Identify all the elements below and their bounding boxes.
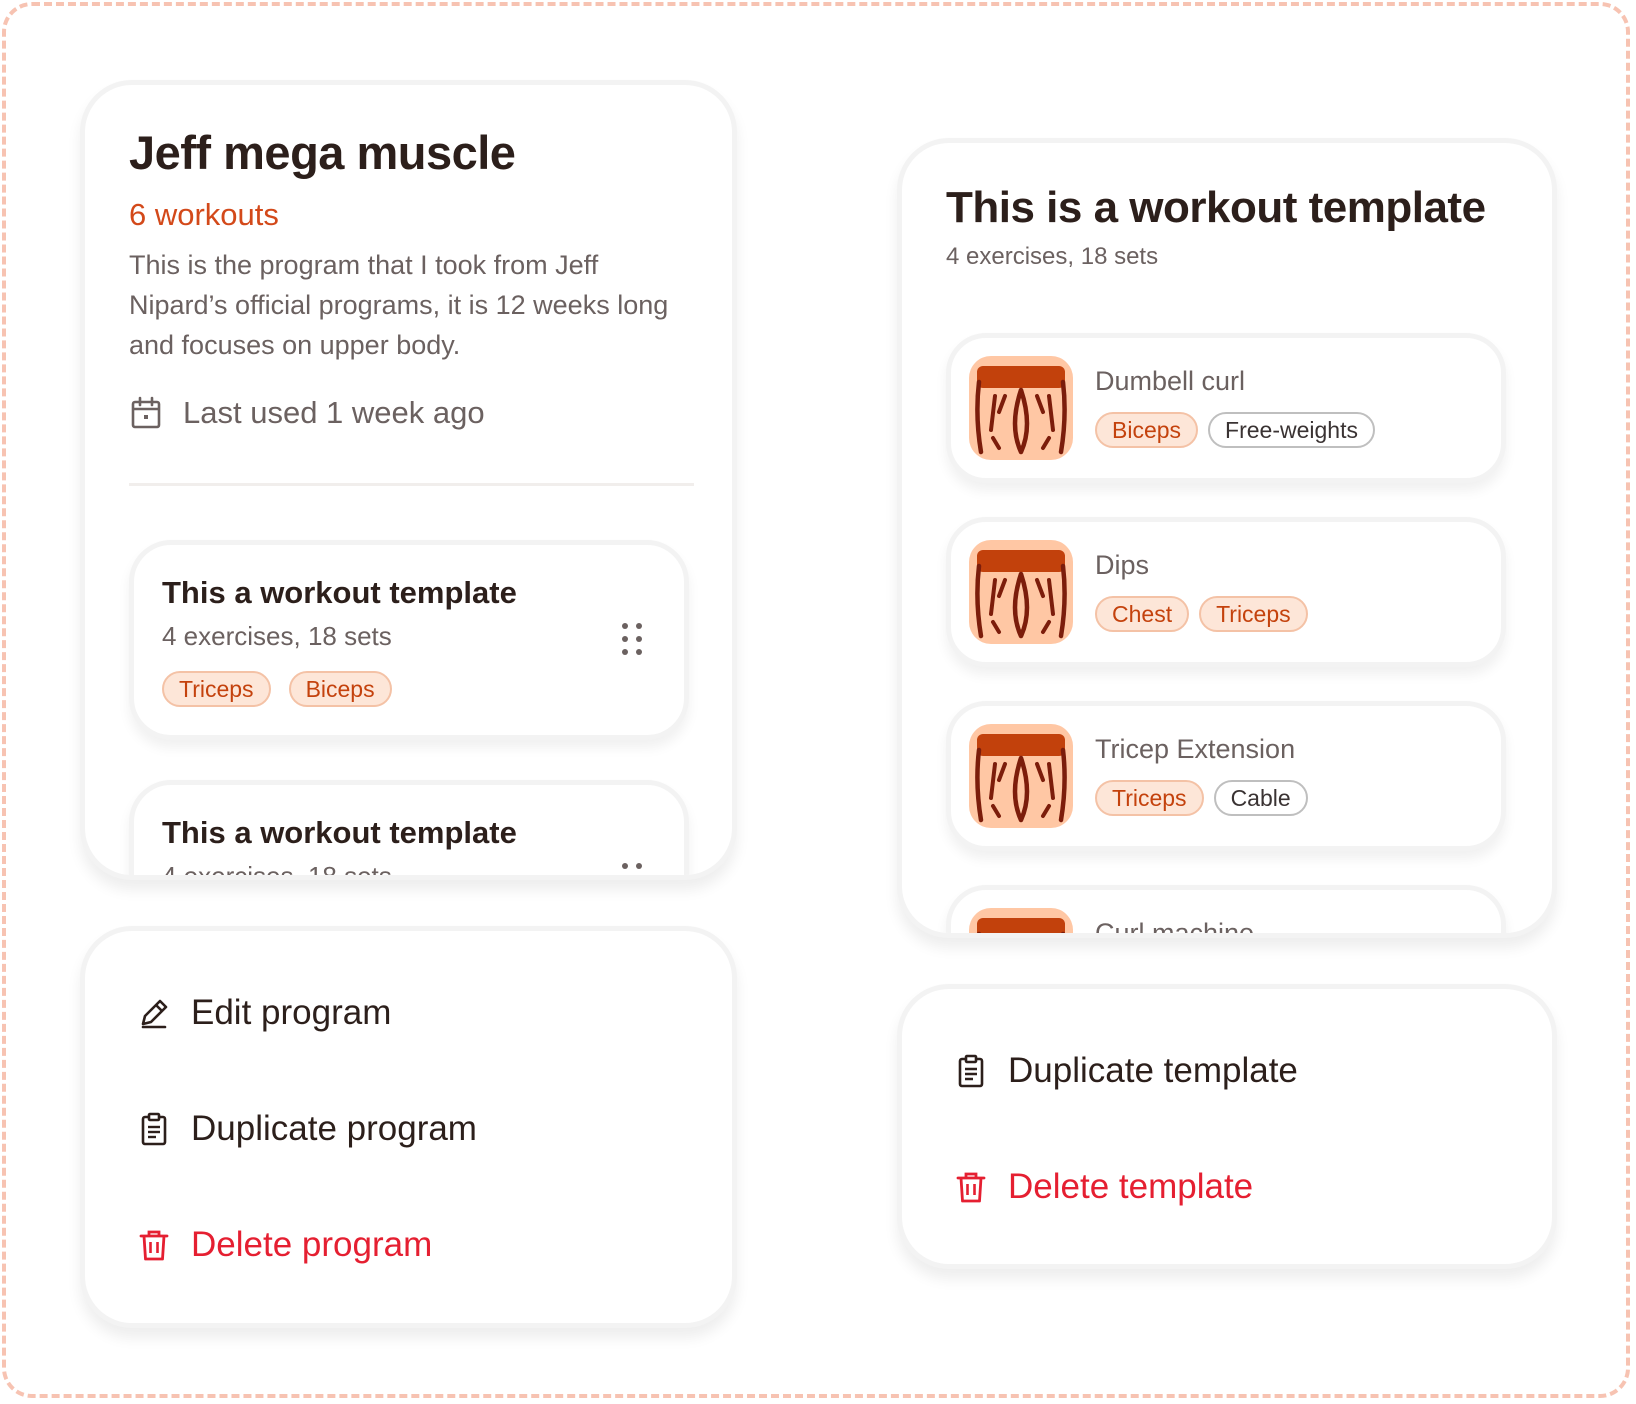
drag-handle-icon[interactable] [620,861,644,880]
muscle-thumbnail [969,908,1073,933]
drag-handle-icon[interactable] [620,621,644,657]
exercise-tags: Biceps Free-weights [1095,412,1375,448]
muscle-thumbnail [969,724,1073,828]
muscle-icon [975,550,1067,639]
muscle-icon [975,366,1067,455]
exercise-name: Tricep Extension [1095,734,1296,764]
equipment-tag: Free-weights [1208,412,1375,448]
muscle-tag: Triceps [1199,596,1308,632]
exercise-name: Curl machine [1095,918,1255,938]
template-name: This a workout template [162,815,517,850]
delete-program-label: Delete program [191,1225,433,1264]
program-actions-menu: Edit program Duplicate program Delete pr… [80,926,737,1328]
clipboard-icon [958,1054,984,1088]
muscle-thumbnail [969,540,1073,644]
clipboard-icon [141,1112,167,1146]
duplicate-template-label: Duplicate template [1008,1051,1298,1090]
workout-template-card: This is a workout template 4 exercises, … [897,138,1557,938]
template-name: This a workout template [162,575,517,610]
muscle-icon [975,734,1067,823]
workout-template-item[interactable]: This a workout template 4 exercises, 18 … [129,780,689,880]
template-meta: 4 exercises, 18 sets [162,621,392,651]
muscle-tag: Triceps [162,671,271,707]
last-used-text: Last used 1 week ago [183,395,485,430]
template-title: This is a workout template [946,183,1486,232]
duplicate-program-label: Duplicate program [191,1109,477,1148]
delete-program-button[interactable]: Delete program [137,1225,432,1265]
workout-template-item[interactable]: This a workout template 4 exercises, 18 … [129,540,689,740]
template-tags: Triceps Biceps [162,671,392,707]
exercise-tags: Chest Triceps [1095,596,1308,632]
exercise-item[interactable]: Tricep Extension Triceps Cable [946,701,1506,851]
muscle-tag: Chest [1095,596,1190,632]
divider [129,483,694,486]
duplicate-program-button[interactable]: Duplicate program [137,1109,477,1149]
program-card: Jeff mega muscle 6 workouts This is the … [80,80,737,880]
muscle-tag: Biceps [288,671,392,707]
exercise-item[interactable]: Dumbell curl Biceps Free-weights [946,333,1506,483]
equipment-tag: Cable [1213,780,1308,816]
exercise-name: Dips [1095,550,1150,580]
last-used-row: Last used 1 week ago [129,395,485,431]
edit-program-button[interactable]: Edit program [137,993,391,1033]
template-meta: 4 exercises, 18 sets [946,243,1159,270]
delete-template-label: Delete template [1008,1167,1254,1206]
program-description: This is the program that I took from Jef… [129,250,669,360]
trash-icon [139,1230,169,1261]
exercise-item[interactable]: Dips Chest Triceps [946,517,1506,667]
workouts-count: 6 workouts [129,197,279,232]
trash-icon [956,1172,986,1203]
muscle-tag: Biceps [1095,412,1199,448]
pencil-icon [141,999,168,1029]
edit-program-label: Edit program [191,993,392,1032]
muscle-thumbnail [969,356,1073,460]
exercise-item[interactable]: Curl machine [946,885,1506,938]
program-title: Jeff mega muscle [129,126,516,179]
template-meta: 4 exercises, 18 sets [162,861,392,880]
delete-template-button[interactable]: Delete template [954,1167,1253,1207]
muscle-tag: Triceps [1095,780,1204,816]
duplicate-template-button[interactable]: Duplicate template [954,1051,1298,1091]
calendar-icon [131,396,161,429]
exercise-name: Dumbell curl [1095,366,1246,396]
muscle-icon [976,918,1066,933]
template-actions-menu: Duplicate template Delete template [897,984,1557,1269]
exercise-tags: Triceps Cable [1095,780,1308,816]
